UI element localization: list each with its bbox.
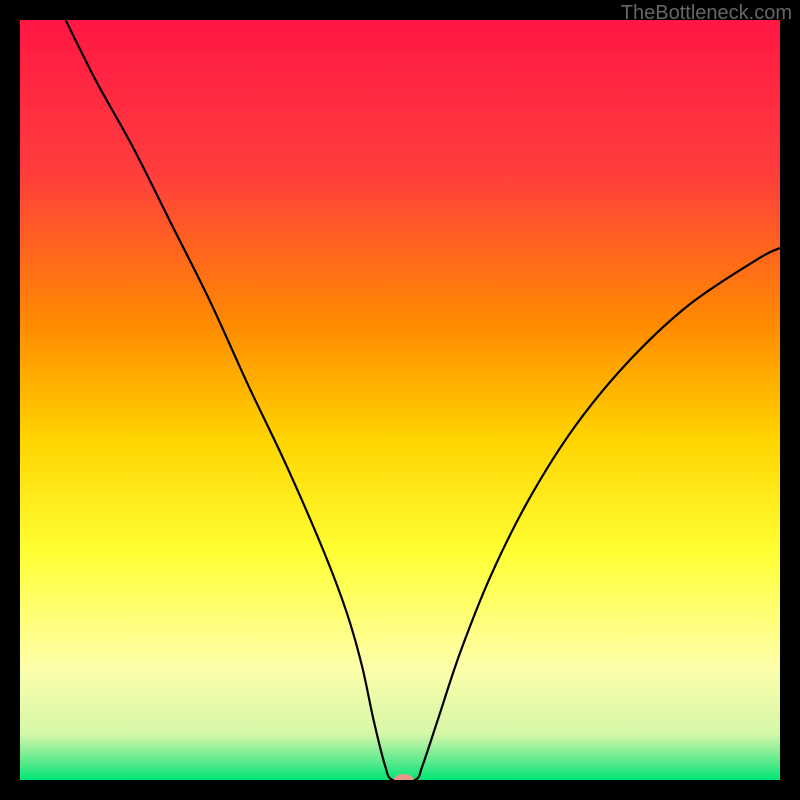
chart-plot-area <box>20 20 780 780</box>
chart-background <box>20 20 780 780</box>
attribution-text: TheBottleneck.com <box>621 2 792 25</box>
bottleneck-chart <box>20 20 780 780</box>
